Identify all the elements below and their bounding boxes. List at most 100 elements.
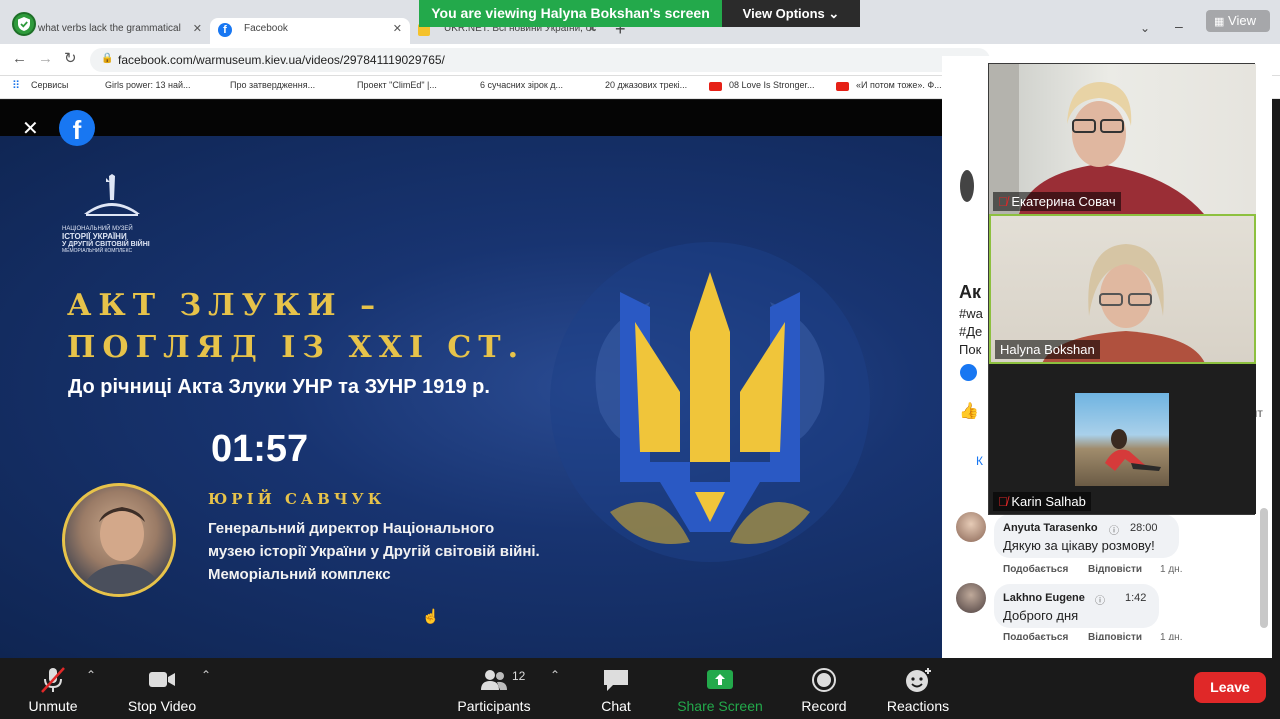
info-icon: ⓘ	[1109, 526, 1119, 537]
bookmark-item[interactable]: 20 джазових трекі...	[605, 80, 687, 90]
reply-comment-link[interactable]: Відповісти	[1088, 632, 1142, 640]
youtube-icon	[709, 82, 722, 91]
comment-time[interactable]: 1:42	[1125, 592, 1146, 604]
participants-count: 12	[512, 669, 526, 683]
participants-icon	[481, 670, 507, 690]
tab-verbs[interactable]: what verbs lack the grammatical ✕	[20, 18, 210, 44]
url-text: facebook.com/warmuseum.kiev.ua/videos/29…	[118, 53, 445, 67]
viewing-label: You are viewing Halyna Bokshan's screen	[419, 0, 722, 27]
chevron-up-icon[interactable]: ⌃	[86, 668, 96, 682]
share-screen-button[interactable]: Share Screen	[675, 666, 765, 714]
chevron-down-icon[interactable]: ⌄	[1140, 21, 1150, 35]
page-avatar	[960, 170, 974, 202]
like-comment-link[interactable]: Подобається	[1003, 564, 1068, 575]
facebook-icon[interactable]: f	[59, 110, 95, 146]
chevron-up-icon[interactable]: ⌃	[201, 668, 211, 682]
chat-icon	[604, 670, 628, 691]
leave-button[interactable]: Leave	[1194, 672, 1266, 703]
stop-video-label: Stop Video	[127, 698, 197, 714]
record-button[interactable]: Record	[779, 666, 869, 714]
video-title-line1: АКТ ЗЛУКИ –	[67, 288, 383, 323]
minimize-icon[interactable]: –	[1175, 18, 1183, 34]
speaker-position-line: Генеральний директор Національного	[208, 520, 495, 537]
chat-button[interactable]: Chat	[571, 666, 661, 714]
participants-button[interactable]: 12 Participants	[449, 666, 539, 714]
video-player[interactable]: ✕ f НАЦІОНАЛЬНИЙ МУЗЕЙ ІСТОРІЇ УКРАЇНИ У…	[0, 100, 950, 658]
record-label: Record	[801, 698, 847, 714]
text-fragment: Пок	[959, 342, 982, 357]
like-comment-link[interactable]: Подобається	[1003, 632, 1068, 640]
muted-mic-icon: 🎙̸	[998, 494, 1008, 509]
muted-mic-icon: 🎙̸	[998, 194, 1008, 209]
unmute-button[interactable]: Unmute	[8, 666, 98, 714]
comment-author[interactable]: Anyuta Tarasenko	[1003, 522, 1098, 534]
view-options-button[interactable]: View Options ⌄	[722, 0, 860, 27]
logo-line: У ДРУГІЙ СВІТОВІЙ ВІЙНІ	[62, 241, 150, 248]
view-options-label: View Options	[742, 6, 825, 21]
post-title-fragment: Ак	[959, 282, 982, 302]
participant-tile[interactable]: Halyna Bokshan	[989, 214, 1256, 364]
comment-avatar	[956, 583, 986, 613]
participant-tile[interactable]: 🎙̸ Karin Salhab	[989, 364, 1256, 514]
stop-video-button[interactable]: Stop Video	[117, 666, 207, 714]
close-icon[interactable]: ✕	[393, 22, 402, 35]
video-time: 01:57	[211, 428, 309, 470]
trident-emblem	[540, 212, 880, 612]
back-icon[interactable]: ←	[12, 50, 27, 67]
bookmark-item[interactable]: Сервисы	[31, 80, 68, 90]
bookmark-item[interactable]: Про затвердження...	[230, 80, 315, 90]
bookmark-item[interactable]: Проект "ClimEd" |...	[357, 80, 437, 90]
participant-name: Halyna Bokshan	[1000, 342, 1095, 357]
share-screen-icon	[707, 670, 733, 689]
hashtag-fragment: #Де	[959, 324, 983, 339]
participant-name: Karin Salhab	[1011, 494, 1086, 509]
comment-time[interactable]: 28:00	[1130, 522, 1158, 534]
reload-icon[interactable]: ↻	[64, 49, 77, 67]
participant-avatar-photo	[1075, 393, 1169, 486]
bookmark-item[interactable]: Girls power: 13 най...	[105, 80, 191, 90]
reactions-button[interactable]: Reactions	[873, 666, 963, 714]
museum-logo: НАЦІОНАЛЬНИЙ МУЗЕЙ ІСТОРІЇ УКРАЇНИ У ДРУ…	[62, 172, 162, 262]
participant-gallery: 🎙̸ Екатерина Совач Halyna Bokshan 🎙̸ Kar…	[988, 63, 1256, 515]
mouse-cursor-icon: ☝	[422, 608, 440, 624]
comment-age: 1 дн.	[1160, 564, 1183, 575]
comment-author[interactable]: Lakhno Eugene	[1003, 592, 1085, 604]
comment-text: Дякую за цікаву розмову!	[1003, 538, 1155, 553]
bookmark-item[interactable]: 6 сучасних зірок д...	[480, 80, 563, 90]
scrollbar[interactable]	[1260, 508, 1268, 628]
reactions-label: Reactions	[886, 698, 950, 714]
view-label: View	[1228, 13, 1256, 28]
logo-line: МЕМОРІАЛЬНИЙ КОМПЛЕКС	[62, 248, 133, 254]
record-icon	[812, 668, 836, 692]
close-icon[interactable]: ✕	[193, 22, 202, 35]
speaker-position-line: музею історії України у Другій світовій …	[208, 543, 540, 560]
participant-name: Екатерина Совач	[1011, 194, 1116, 209]
facebook-icon: f	[218, 23, 232, 37]
youtube-icon	[836, 82, 849, 91]
bookmark-item[interactable]: «И потом тоже». Ф...	[856, 80, 942, 90]
participant-name-bar: 🎙̸ Karin Salhab	[993, 492, 1091, 511]
reply-comment-link[interactable]: Відповісти	[1088, 564, 1142, 575]
tab-label: Facebook	[244, 23, 288, 34]
participants-label: Participants	[457, 698, 531, 714]
tab-facebook[interactable]: f Facebook ✕	[210, 18, 410, 44]
close-video-icon[interactable]: ✕	[22, 116, 39, 141]
participant-tile[interactable]: 🎙̸ Екатерина Совач	[989, 64, 1256, 214]
hashtag-fragment: #wa	[959, 306, 983, 321]
like-icon[interactable]: 👍	[959, 401, 979, 421]
logo-line: ІСТОРІЇ УКРАЇНИ	[62, 232, 127, 241]
chevron-down-icon: ⌄	[828, 6, 840, 21]
chevron-up-icon[interactable]: ⌃	[550, 668, 560, 682]
bookmark-item[interactable]: 08 Love Is Stronger...	[729, 80, 815, 90]
share-screen-label: Share Screen	[677, 698, 763, 714]
reactions-icon	[906, 668, 931, 692]
grid-icon: ▦	[1214, 16, 1225, 28]
comment-text: Доброго дня	[1003, 608, 1079, 623]
participant-name-bar: Halyna Bokshan	[995, 340, 1100, 359]
lock-icon: 🔒	[101, 53, 114, 64]
apps-icon[interactable]: ⠿	[12, 79, 20, 92]
view-button[interactable]: ▦ View	[1206, 10, 1270, 32]
text-fragment: К	[976, 454, 983, 468]
forward-icon[interactable]: →	[38, 50, 53, 67]
url-field[interactable]: 🔒 facebook.com/warmuseum.kiev.ua/videos/…	[90, 48, 990, 72]
